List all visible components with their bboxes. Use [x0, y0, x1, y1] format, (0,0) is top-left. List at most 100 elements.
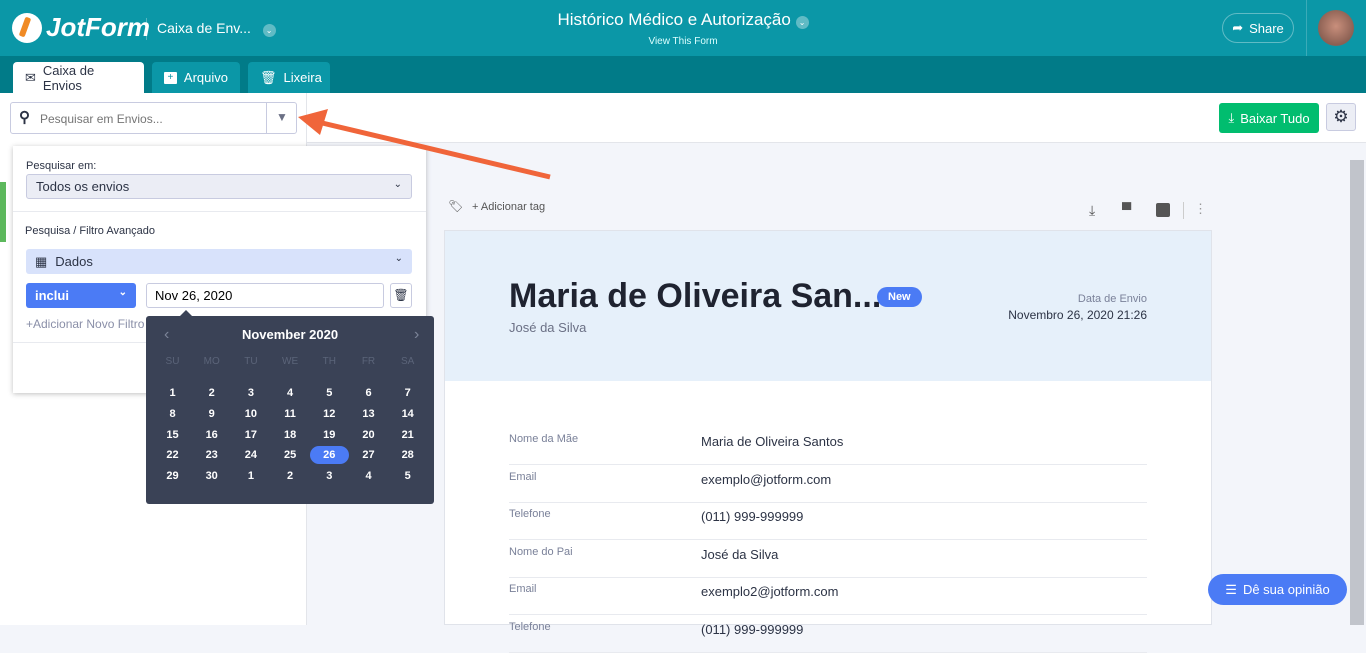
tag-icon: 🏷 — [448, 199, 464, 213]
calendar-day[interactable]: 12 — [310, 405, 349, 423]
next-month-icon[interactable]: › — [414, 326, 419, 344]
field-row: Email exemplo2@jotform.com — [509, 577, 1147, 615]
calendar-day[interactable]: 15 — [153, 426, 192, 444]
add-filter-link[interactable]: +Adicionar Novo Filtro — [26, 317, 144, 331]
calendar-day[interactable]: 24 — [231, 446, 270, 464]
calendar-day[interactable]: 16 — [192, 426, 231, 444]
field-label: Nome da Mãe — [509, 433, 579, 445]
tab-label: Caixa de Envios — [42, 62, 95, 93]
arrow-shaft — [317, 119, 551, 180]
weekday-label: MO — [203, 356, 220, 367]
delete-filter-button[interactable]: 🗑 — [390, 283, 412, 308]
view-form-link[interactable]: View This Form — [0, 36, 1366, 47]
trash-icon: 🗑 — [260, 69, 277, 85]
calendar-day[interactable]: 3 — [310, 467, 349, 485]
calendar-day[interactable]: 30 — [192, 467, 231, 485]
feedback-label: Dê sua opinião — [1242, 582, 1330, 597]
calendar-day[interactable]: 5 — [388, 467, 427, 485]
weekday-label: WE — [282, 356, 299, 367]
date-input[interactable] — [146, 283, 384, 308]
chevron-down-icon: ⌄ — [394, 253, 403, 264]
download-all-label: Baixar Tudo — [1240, 110, 1310, 126]
calendar-day[interactable]: 23 — [192, 446, 231, 464]
calendar-day[interactable]: 2 — [192, 384, 231, 402]
calendar-day[interactable]: 25 — [271, 446, 310, 464]
calendar-day[interactable]: 27 — [349, 446, 388, 464]
download-icon[interactable]: ⤓ — [1089, 202, 1095, 219]
field-row: Telefone (011) 999-999999 — [509, 502, 1147, 540]
field-label: Telefone — [509, 620, 551, 633]
feedback-icon: ☰ — [1225, 581, 1237, 597]
form-title-text: Histórico Médico e Autorização — [557, 10, 791, 29]
more-icon[interactable]: ⋮ — [1194, 201, 1207, 217]
tab-trash[interactable]: 🗑 Lixeira — [248, 62, 330, 93]
calendar-month: November 2020 — [241, 327, 339, 342]
calendar-day[interactable]: 9 — [192, 405, 231, 423]
calendar-day[interactable]: 18 — [271, 426, 310, 444]
calendar-day[interactable]: 7 — [388, 384, 427, 402]
calendar-day[interactable]: 14 — [388, 405, 427, 423]
scrollbar[interactable] — [1350, 160, 1364, 625]
add-tag-button[interactable]: + Adicionar tag — [472, 201, 545, 213]
download-all-button[interactable]: ⤓ Baixar Tudo — [1219, 103, 1319, 133]
calendar-day[interactable]: 5 — [310, 384, 349, 402]
envelope-icon: ✉ — [25, 69, 36, 85]
calendar-day[interactable]: 6 — [349, 384, 388, 402]
chevron-down-icon: ⌄ — [118, 287, 127, 298]
field-value: Maria de Oliveira Santos — [701, 434, 844, 449]
calendar-day[interactable]: 3 — [231, 384, 270, 402]
operator-select[interactable]: inclui ⌄ — [26, 283, 136, 308]
calendar-day[interactable]: 11 — [271, 405, 310, 423]
calendar-day[interactable]: 8 — [153, 405, 192, 423]
submission-card: Maria de Oliveira San... New José da Sil… — [444, 230, 1212, 653]
search-input[interactable] — [40, 112, 260, 126]
calendar-day[interactable]: 29 — [153, 467, 192, 485]
calendar-day[interactable]: 26 — [309, 446, 349, 464]
field-row: Email exemplo@jotform.com — [509, 465, 1147, 503]
calendar-day[interactable]: 10 — [231, 405, 270, 423]
selected-item-indicator — [0, 182, 6, 242]
field-label: Nome do Pai — [509, 545, 573, 558]
calendar-day[interactable]: 22 — [153, 446, 192, 464]
field-row: Nome do Pai José da Silva — [509, 540, 1147, 578]
settings-button[interactable]: ⚙ — [1326, 103, 1356, 131]
calendar-day[interactable]: 2 — [271, 467, 310, 485]
tab-label: Arquivo — [183, 70, 228, 85]
arrow-head — [298, 109, 328, 135]
chevron-down-icon: ⌄ — [795, 16, 809, 29]
calendar-icon: ▦ — [35, 253, 48, 269]
weekday-label: TU — [244, 356, 258, 367]
advanced-filter-label: Pesquisa / Filtro Avançado — [25, 225, 156, 237]
calendar-day[interactable]: 13 — [349, 405, 388, 423]
field-select[interactable]: ▦ Dados ⌄ — [26, 249, 412, 274]
calendar-day[interactable]: 17 — [231, 426, 270, 444]
calendar-day[interactable]: 1 — [153, 384, 192, 402]
weekday-label: FR — [361, 356, 376, 367]
feedback-button[interactable]: ☰ Dê sua opinião — [1208, 574, 1347, 605]
search-box[interactable]: ⚲ ▼ — [10, 102, 297, 134]
calendar-day[interactable]: 21 — [388, 426, 427, 444]
avatar[interactable] — [1318, 10, 1354, 46]
tab-archive[interactable]: + Arquivo — [152, 62, 240, 93]
tab-inbox[interactable]: ✉ Caixa de Envios — [13, 62, 144, 93]
form-title[interactable]: Histórico Médico e Autorização ⌄ — [0, 10, 1366, 30]
field-value: (011) 999-999999 — [701, 621, 804, 637]
calendar-day[interactable]: 4 — [271, 384, 310, 402]
archive-icon[interactable] — [1156, 203, 1170, 217]
weekday-label: TH — [322, 356, 336, 367]
filter-icon[interactable]: ▼ — [276, 110, 288, 124]
calendar-day[interactable]: 1 — [231, 467, 270, 485]
share-button[interactable]: ➦ Share — [1222, 13, 1294, 43]
calendar-day[interactable]: 19 — [310, 426, 349, 444]
calendar-day[interactable]: 4 — [349, 467, 388, 485]
calendar-day[interactable]: 28 — [388, 446, 427, 464]
search-in-label: Pesquisar em: — [26, 160, 97, 172]
field-value: exemplo2@jotform.com — [701, 584, 839, 599]
field-label: Telefone — [509, 508, 551, 520]
submission-header: Maria de Oliveira San... New José da Sil… — [445, 231, 1211, 381]
archive-icon: + — [164, 71, 177, 84]
comment-icon[interactable]: ▀ — [1122, 202, 1131, 217]
calendar-day[interactable]: 20 — [349, 426, 388, 444]
weekday-label: SU — [165, 356, 180, 367]
gear-icon: ⚙ — [1333, 107, 1349, 126]
